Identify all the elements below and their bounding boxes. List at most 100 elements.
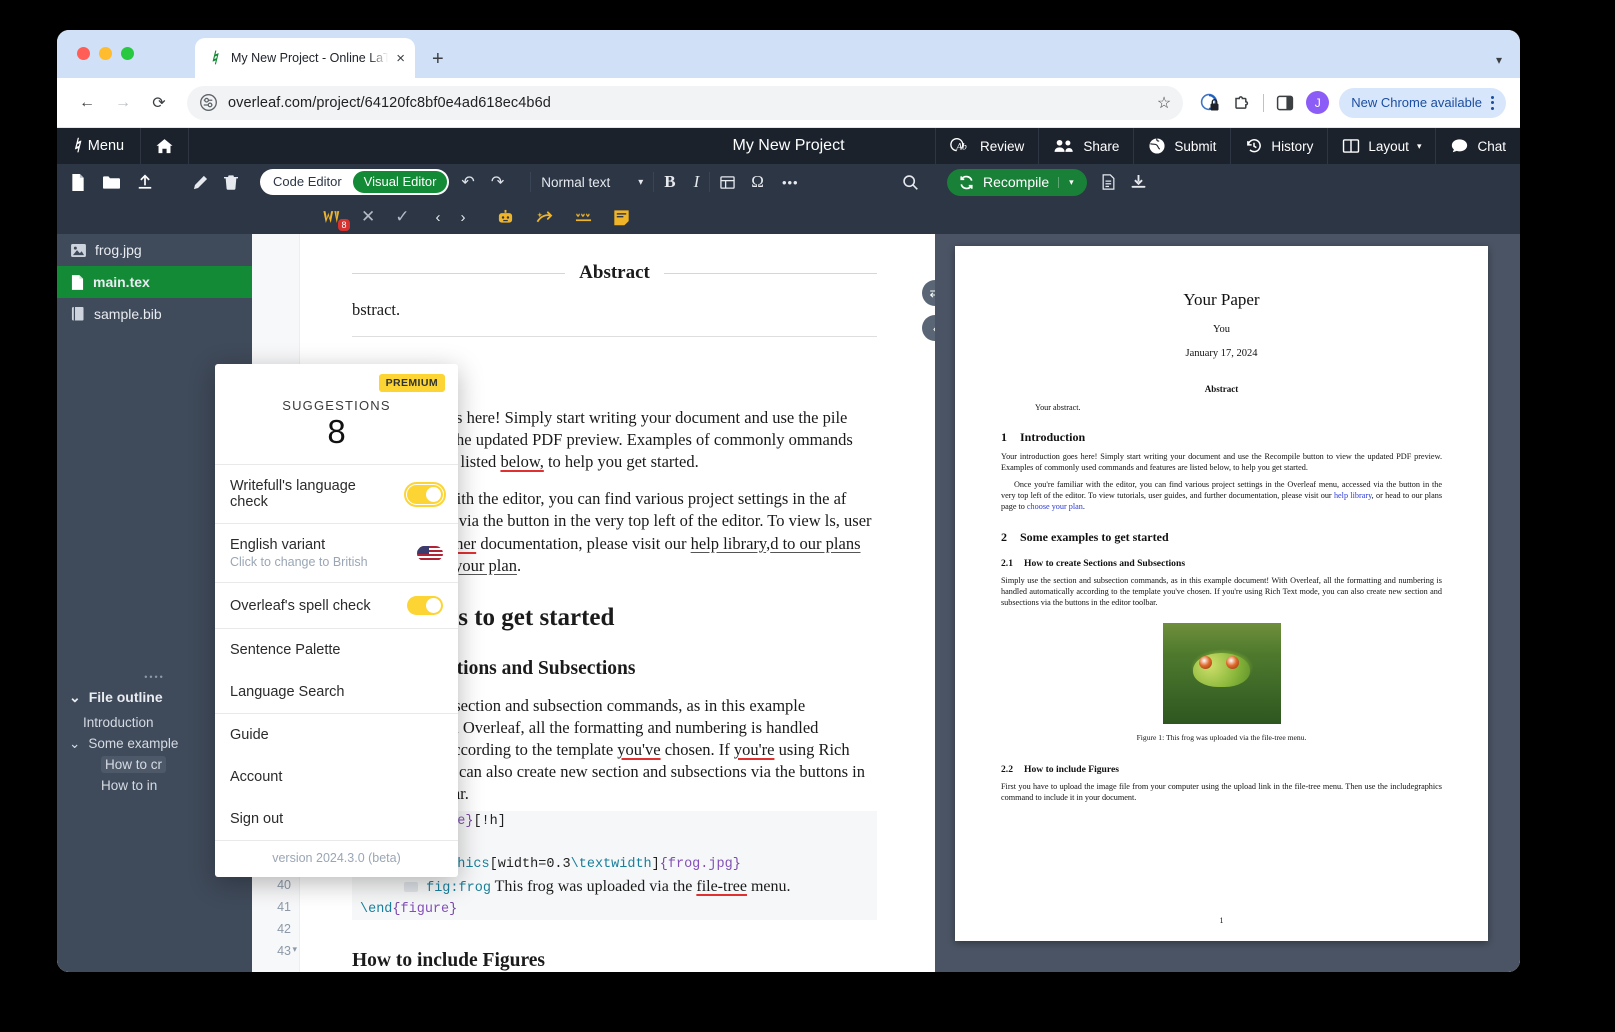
overleaf-leaf-icon: ♮ bbox=[210, 47, 218, 68]
maximize-window-button[interactable] bbox=[121, 47, 134, 60]
chat-button[interactable]: Chat bbox=[1435, 128, 1520, 164]
spellcheck-youre-2[interactable]: you're bbox=[734, 740, 775, 759]
bookmark-star-icon[interactable]: ☆ bbox=[1157, 93, 1171, 113]
pdf-author: You bbox=[1212, 324, 1231, 335]
avatar[interactable]: J bbox=[1306, 91, 1330, 114]
magic-paraphrase-icon[interactable] bbox=[535, 209, 554, 226]
text-style-select[interactable]: Normal text ▾ bbox=[541, 175, 643, 190]
pencil-icon[interactable] bbox=[193, 174, 208, 190]
menu-item-account[interactable]: Account bbox=[215, 756, 458, 798]
share-button[interactable]: Share bbox=[1038, 128, 1133, 164]
tab-code-editor[interactable]: Code Editor bbox=[262, 171, 353, 193]
new-tab-button[interactable]: + bbox=[432, 49, 444, 69]
menu-item-label: Account bbox=[230, 769, 283, 786]
logs-file-icon[interactable] bbox=[1101, 174, 1116, 190]
pdf-preview-panel[interactable]: Your Paper You January 17, 2024 Abstract… bbox=[935, 234, 1520, 972]
abstract-bottom-rule bbox=[352, 336, 877, 337]
prev-chevron-icon[interactable]: ‹ bbox=[436, 209, 441, 226]
trash-icon[interactable] bbox=[224, 174, 238, 190]
extensions-puzzle-icon[interactable] bbox=[1231, 92, 1253, 114]
spellcheck-file-tree[interactable]: file-tree bbox=[696, 878, 747, 895]
browser-menu-icon[interactable] bbox=[1491, 95, 1494, 110]
address-bar[interactable]: overleaf.com/project/64120fc8bf0e4ad618e… bbox=[187, 85, 1184, 120]
chrome-update-pill[interactable]: New Chrome available bbox=[1339, 87, 1506, 118]
download-icon[interactable] bbox=[1130, 174, 1147, 190]
symbol-button[interactable]: Ω bbox=[751, 172, 764, 192]
pdf-link-help-library[interactable]: help library bbox=[1334, 491, 1372, 500]
spellcheck-youve[interactable]: you've bbox=[617, 740, 660, 759]
spell-check-toggle[interactable] bbox=[407, 596, 443, 616]
recompile-dropdown-caret[interactable]: ▾ bbox=[1058, 176, 1084, 188]
home-button[interactable] bbox=[141, 128, 190, 164]
menu-item-sentence-palette[interactable]: Sentence Palette bbox=[215, 628, 458, 671]
browser-tab[interactable]: ♮ My New Project - Online LaTe × bbox=[195, 38, 415, 78]
robot-icon[interactable] bbox=[496, 209, 515, 226]
overleaf-menu-label: Menu bbox=[87, 138, 125, 154]
tex-gpt-icon[interactable] bbox=[574, 209, 593, 226]
upload-icon[interactable] bbox=[137, 173, 153, 191]
code-textwidth: \textwidth bbox=[570, 857, 652, 873]
more-options-button[interactable]: ••• bbox=[782, 175, 799, 190]
minimize-window-button[interactable] bbox=[99, 47, 112, 60]
bold-button[interactable]: B bbox=[664, 172, 675, 192]
editor-mode-switch[interactable]: Code Editor Visual Editor bbox=[260, 169, 450, 195]
file-item-frog[interactable]: frog.jpg bbox=[57, 234, 252, 266]
menu-item-language-search[interactable]: Language Search bbox=[215, 671, 458, 713]
spellcheck-below[interactable]: below, bbox=[500, 452, 543, 471]
chevron-down-icon[interactable]: ▾ bbox=[1496, 53, 1502, 67]
forward-button[interactable]: → bbox=[107, 87, 139, 119]
reload-button[interactable]: ⟳ bbox=[143, 87, 175, 119]
language-check-toggle[interactable] bbox=[404, 481, 446, 507]
menu-item-spell-check[interactable]: Overleaf's spell check bbox=[215, 582, 458, 628]
reject-x-icon[interactable]: ✕ bbox=[361, 207, 375, 227]
fold-caret-icon[interactable]: ▾ bbox=[292, 944, 297, 955]
writefull-logo-icon[interactable]: 8 bbox=[322, 209, 350, 231]
next-chevron-icon[interactable]: › bbox=[461, 209, 466, 226]
close-icon[interactable]: × bbox=[396, 51, 405, 66]
accept-check-icon[interactable]: ✓ bbox=[395, 207, 409, 227]
back-button[interactable]: ← bbox=[71, 87, 103, 119]
menu-item-sign-out[interactable]: Sign out bbox=[215, 798, 458, 840]
layout-label: Layout bbox=[1368, 138, 1409, 154]
suggestions-summary: SUGGESTIONS 8 bbox=[215, 392, 458, 464]
tab-visual-editor[interactable]: Visual Editor bbox=[352, 171, 448, 193]
file-outline-title: File outline bbox=[88, 689, 163, 705]
recompile-button[interactable]: Recompile ▾ bbox=[947, 168, 1087, 196]
new-folder-icon[interactable] bbox=[103, 175, 120, 190]
close-window-button[interactable] bbox=[77, 47, 90, 60]
privacy-shield-icon[interactable] bbox=[1199, 92, 1221, 114]
table-icon[interactable] bbox=[720, 175, 736, 190]
submit-button[interactable]: Submit bbox=[1133, 128, 1230, 164]
notes-icon[interactable] bbox=[613, 209, 630, 226]
italic-button[interactable]: I bbox=[694, 172, 700, 192]
us-flag-icon[interactable] bbox=[417, 545, 443, 561]
file-item-main-tex[interactable]: main.tex bbox=[57, 266, 252, 298]
code-end: \end bbox=[360, 901, 393, 917]
link-help-library[interactable]: help library bbox=[691, 534, 766, 553]
menu-item-language-check[interactable]: Writefull's language check bbox=[215, 464, 458, 523]
review-button[interactable]: Ab Review bbox=[935, 128, 1038, 164]
undo-button[interactable]: ↶ bbox=[461, 172, 474, 192]
site-settings-icon[interactable] bbox=[199, 93, 218, 112]
code-env-figure: figure bbox=[400, 901, 450, 917]
pdf-link-choose-plan[interactable]: choose your plan bbox=[1027, 502, 1083, 511]
link-our-plans[interactable]: d to our plans bbox=[770, 534, 860, 553]
file-item-sample-bib[interactable]: sample.bib bbox=[57, 298, 252, 330]
expand-editor-button[interactable]: ⇄ bbox=[922, 280, 935, 306]
writefull-dropdown-menu[interactable]: PREMIUM SUGGESTIONS 8 Writefull's langua… bbox=[215, 364, 458, 878]
collapse-pdf-button[interactable]: ‹ bbox=[922, 315, 935, 341]
history-button[interactable]: History bbox=[1230, 128, 1327, 164]
layout-button[interactable]: Layout ▾ bbox=[1327, 128, 1435, 164]
overleaf-menu-button[interactable]: ♮ Menu bbox=[57, 128, 142, 164]
redo-button[interactable]: ↷ bbox=[491, 172, 504, 192]
pdf-subsection-2-1: 2.1 How to create Sections and Subsectio… bbox=[1001, 558, 1442, 569]
search-icon[interactable] bbox=[902, 174, 919, 191]
menu-item-label: English variant bbox=[230, 537, 326, 554]
new-file-icon[interactable] bbox=[70, 173, 86, 191]
side-panel-icon[interactable] bbox=[1274, 92, 1296, 114]
menu-item-guide[interactable]: Guide bbox=[215, 713, 458, 756]
chat-label: Chat bbox=[1477, 138, 1506, 154]
outline-label: How to in bbox=[101, 778, 158, 793]
menu-item-english-variant[interactable]: English variant Click to change to Briti… bbox=[215, 523, 458, 582]
window-traffic-lights[interactable] bbox=[77, 47, 134, 60]
